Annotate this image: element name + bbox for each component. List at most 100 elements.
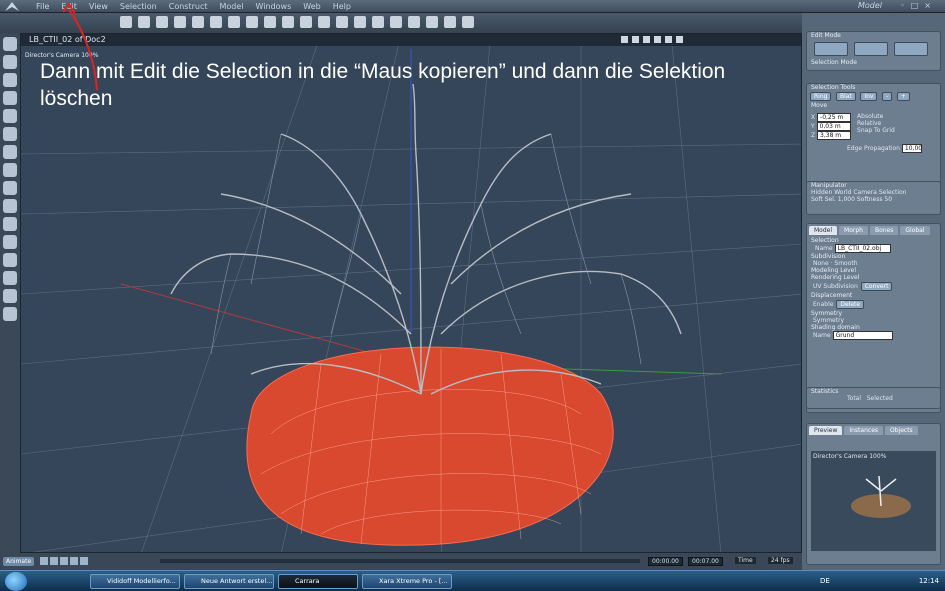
wand-icon[interactable]	[390, 16, 402, 28]
sphere-tool-icon[interactable]	[120, 16, 132, 28]
brush-icon[interactable]	[3, 253, 17, 267]
twist-tool-icon[interactable]	[3, 109, 17, 123]
rotate-tool-icon[interactable]	[3, 73, 17, 87]
pan-icon[interactable]	[3, 289, 17, 303]
inv-button[interactable]: Inv	[860, 92, 878, 101]
none-radio[interactable]: None	[813, 260, 829, 267]
terrain-icon[interactable]	[354, 16, 366, 28]
end-time-field[interactable]: 00:07.00	[688, 557, 723, 566]
selection-radio[interactable]: Selection	[879, 189, 907, 196]
fire-icon[interactable]	[372, 16, 384, 28]
flag-icon[interactable]	[462, 16, 474, 28]
symmetry-checkbox[interactable]: Symmetry	[807, 317, 940, 324]
tab-preview[interactable]: Preview	[809, 426, 843, 435]
tab-morph[interactable]: Morph	[839, 226, 868, 235]
clock[interactable]: 12:14	[919, 574, 939, 589]
eyedropper-icon[interactable]	[3, 127, 17, 141]
task-xara[interactable]: Xara Xtreme Pro - [...	[362, 574, 452, 589]
menu-help[interactable]: Help	[327, 1, 357, 13]
edit-mode-vertex-button[interactable]	[814, 42, 848, 56]
snap-checkbox[interactable]: Snap To Grid	[857, 127, 895, 134]
grid-icon[interactable]	[444, 16, 456, 28]
relative-radio[interactable]: Relative	[857, 120, 895, 127]
menu-construct[interactable]: Construct	[163, 1, 214, 13]
world-radio[interactable]: World	[834, 189, 851, 196]
name-field[interactable]: LB_CTII_02.obj	[834, 244, 891, 253]
animate-button[interactable]: Animate	[3, 557, 35, 566]
menu-file[interactable]: File	[30, 1, 55, 13]
preview-viewport[interactable]: Director's Camera 100%	[811, 451, 936, 551]
move-tool-icon[interactable]	[3, 55, 17, 69]
next-frame-icon[interactable]	[70, 557, 78, 565]
minus-button[interactable]: -	[882, 92, 893, 101]
convert-button[interactable]: Convert	[860, 282, 893, 291]
hand-icon[interactable]	[426, 16, 438, 28]
plant-tool-icon[interactable]	[246, 16, 258, 28]
prev-frame-icon[interactable]	[50, 557, 58, 565]
shading-select[interactable]: Grund	[832, 331, 893, 340]
first-frame-icon[interactable]	[40, 557, 48, 565]
menu-windows[interactable]: Windows	[250, 1, 298, 13]
camera-view-icon[interactable]	[643, 36, 650, 43]
ring-button[interactable]: Ring	[810, 92, 832, 101]
select-tool-icon[interactable]	[3, 37, 17, 51]
current-time-field[interactable]: 00:00.00	[648, 557, 683, 566]
figure-icon[interactable]	[408, 16, 420, 28]
axis-scale-icon[interactable]	[3, 181, 17, 195]
menu-model[interactable]: Model	[214, 1, 250, 13]
layout-icon[interactable]	[632, 36, 639, 43]
camera-radio[interactable]: Camera	[853, 189, 877, 196]
blat-button[interactable]: Blat	[836, 92, 856, 101]
minimize-icon[interactable]: ◦	[900, 1, 905, 10]
lasso-icon[interactable]	[3, 235, 17, 249]
edit-mode-face-button[interactable]	[894, 42, 928, 56]
camera-icon[interactable]	[3, 271, 17, 285]
hidden-checkbox[interactable]: Hidden	[811, 189, 832, 196]
menu-web[interactable]: Web	[297, 1, 326, 13]
axis-move-icon[interactable]	[3, 145, 17, 159]
language-indicator[interactable]: DE	[820, 577, 830, 585]
absolute-radio[interactable]: Absolute	[857, 113, 895, 120]
render-region-icon[interactable]	[300, 16, 312, 28]
paint-icon[interactable]	[3, 217, 17, 231]
box-tool-icon[interactable]	[210, 16, 222, 28]
axis-rotate-icon[interactable]	[3, 163, 17, 177]
close-icon[interactable]: ×	[924, 1, 931, 10]
start-button[interactable]	[5, 572, 27, 591]
timeline-track[interactable]	[160, 559, 640, 563]
delete-button[interactable]: Delete	[836, 300, 865, 309]
shading-icon[interactable]	[665, 36, 672, 43]
tab-instances[interactable]: Instances	[844, 426, 884, 435]
scale-tool-icon[interactable]	[3, 91, 17, 105]
tab-global[interactable]: Global	[900, 226, 930, 235]
task-carrara[interactable]: Carrara	[278, 574, 358, 589]
z-field[interactable]: 3,38 m	[817, 131, 852, 140]
zoom-icon[interactable]	[3, 307, 17, 321]
light-tool-icon[interactable]	[282, 16, 294, 28]
menu-selection[interactable]: Selection	[114, 1, 163, 13]
smooth-radio[interactable]: Smooth	[834, 260, 857, 267]
cut-tool-icon[interactable]	[174, 16, 186, 28]
uv-subdivision-checkbox[interactable]: UV Subdivision	[813, 283, 858, 290]
tab-objects[interactable]: Objects	[885, 426, 918, 435]
y-field[interactable]: 0,03 m	[816, 122, 851, 131]
sphere-select-icon[interactable]	[3, 199, 17, 213]
tab-model[interactable]: Model	[809, 226, 838, 235]
shader-icon[interactable]	[336, 16, 348, 28]
enable-checkbox[interactable]: Enable	[813, 301, 833, 308]
lights-icon[interactable]	[676, 36, 683, 43]
material-icon[interactable]	[318, 16, 330, 28]
plus-button[interactable]: +	[896, 92, 910, 101]
point-tool-icon[interactable]	[192, 16, 204, 28]
render-mode-icon[interactable]	[654, 36, 661, 43]
edge-prop-field[interactable]: 10,00	[901, 144, 922, 153]
soft-sel-checkbox[interactable]: Soft Sel.	[811, 196, 836, 203]
task-vididoff[interactable]: Vididoff Modellierfo...	[90, 574, 180, 589]
edit-mode-edge-button[interactable]	[854, 42, 888, 56]
fps-select[interactable]: 24 fps	[768, 557, 793, 564]
task-neue-antwort[interactable]: Neue Antwort erstel...	[184, 574, 274, 589]
grid-view-icon[interactable]	[621, 36, 628, 43]
x-field[interactable]: -0,25 m	[817, 113, 852, 122]
tab-bones[interactable]: Bones	[869, 226, 899, 235]
bone-tool-icon[interactable]	[264, 16, 276, 28]
